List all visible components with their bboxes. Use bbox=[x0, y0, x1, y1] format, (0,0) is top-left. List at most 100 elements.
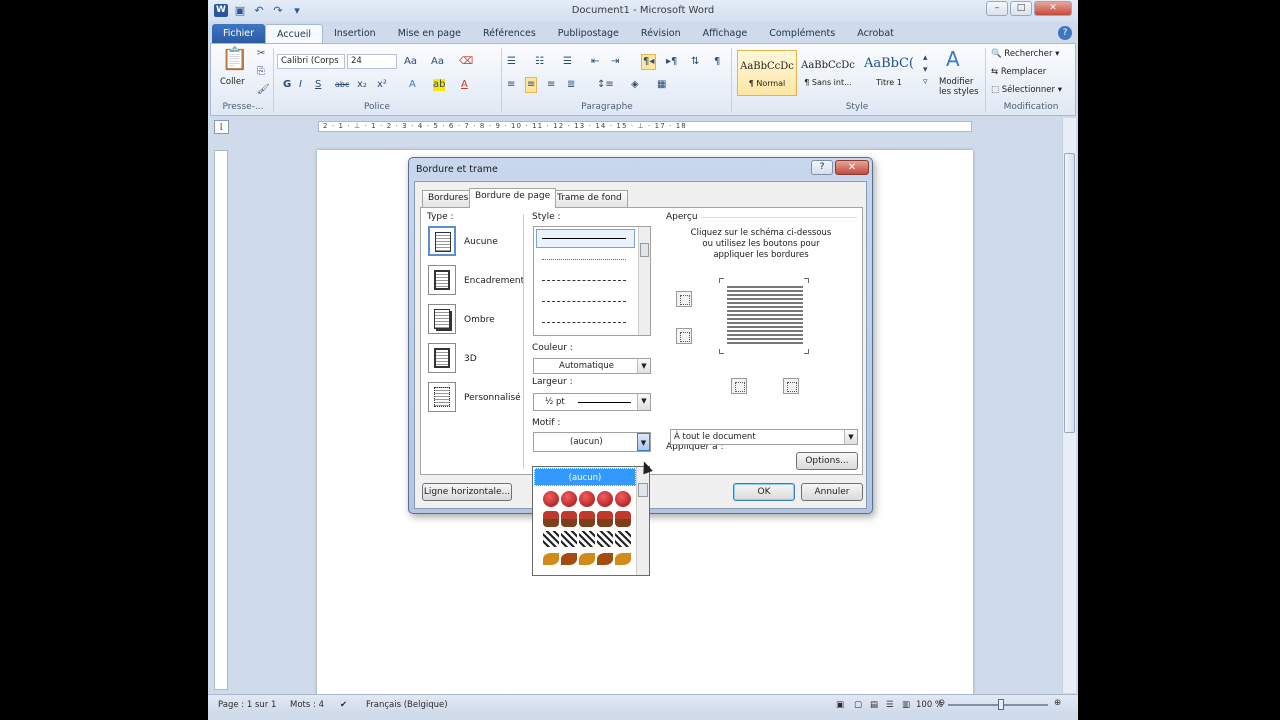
grow-font-icon[interactable]: Aa bbox=[404, 56, 417, 68]
multilevel-list-icon[interactable]: ☰ bbox=[563, 56, 572, 68]
chevron-down-icon[interactable]: ▼ bbox=[844, 430, 857, 444]
art-list-scroll-thumb[interactable] bbox=[638, 483, 648, 497]
setting-box-button[interactable] bbox=[428, 265, 456, 295]
bottom-border-button[interactable] bbox=[676, 328, 692, 344]
horizontal-line-button[interactable]: Ligne horizontale... bbox=[422, 483, 512, 501]
setting-3d-button[interactable] bbox=[428, 343, 456, 373]
view-outline-icon[interactable]: ☰ bbox=[886, 700, 894, 710]
scrollbar-thumb[interactable] bbox=[1064, 153, 1075, 433]
styles-scroll-icon[interactable]: ▴ ▾ ▿ bbox=[923, 52, 928, 88]
tab-references[interactable]: Références bbox=[472, 24, 547, 44]
setting-custom-label[interactable]: Personnalisé bbox=[464, 393, 521, 403]
right-border-button[interactable] bbox=[783, 378, 799, 394]
line-style-scrollbar[interactable] bbox=[638, 227, 650, 335]
apply-to-select[interactable]: À tout le document ▼ bbox=[670, 429, 858, 445]
underline-icon[interactable]: S bbox=[315, 79, 321, 91]
word-count[interactable]: Mots : 4 bbox=[290, 700, 324, 710]
highlight-icon[interactable]: ab bbox=[433, 79, 446, 91]
tab-selector[interactable]: ⌊ bbox=[214, 120, 229, 134]
chevron-down-icon[interactable]: ▼ bbox=[637, 359, 650, 373]
numbering-icon[interactable]: ☷ bbox=[535, 56, 544, 68]
clear-format-icon[interactable]: ⌫ bbox=[459, 56, 473, 68]
setting-shadow-label[interactable]: Ombre bbox=[464, 315, 495, 325]
art-dropdown-list[interactable]: (aucun) bbox=[532, 466, 650, 576]
vertical-scrollbar[interactable] bbox=[1062, 118, 1076, 693]
tab-complements[interactable]: Compléments bbox=[758, 24, 846, 44]
tab-bordures[interactable]: Bordures bbox=[422, 190, 475, 207]
copy-icon[interactable]: ⎘ bbox=[257, 66, 265, 78]
chevron-down-icon[interactable]: ▼ bbox=[637, 433, 650, 451]
cancel-button[interactable]: Annuler bbox=[801, 483, 863, 501]
line-spacing-icon[interactable]: ↕≡ bbox=[597, 79, 614, 91]
vertical-ruler[interactable] bbox=[214, 150, 228, 690]
art-option-candy-canes[interactable] bbox=[543, 531, 631, 547]
style-normal[interactable]: AaBbCcDc ¶ Normal bbox=[737, 50, 797, 96]
minimize-button[interactable]: – bbox=[986, 1, 1008, 16]
tab-publipostage[interactable]: Publipostage bbox=[547, 24, 630, 44]
zoom-out-icon[interactable]: ⊖ bbox=[938, 698, 945, 708]
subscript-icon[interactable]: x₂ bbox=[357, 79, 367, 91]
tab-accueil[interactable]: Accueil bbox=[265, 24, 323, 44]
tab-trame-de-fond[interactable]: Trame de fond bbox=[551, 190, 628, 207]
art-option-cakes[interactable] bbox=[543, 511, 631, 527]
close-button[interactable]: ✕ bbox=[1034, 1, 1072, 16]
setting-none-label[interactable]: Aucune bbox=[464, 237, 498, 247]
art-option-apples[interactable] bbox=[543, 491, 631, 507]
align-right-icon[interactable]: ≡ bbox=[547, 79, 555, 91]
modify-styles-label-2[interactable]: les styles bbox=[939, 87, 979, 97]
view-draft-icon[interactable]: ▥ bbox=[902, 700, 910, 710]
view-web-layout-icon[interactable]: ▤ bbox=[870, 700, 878, 710]
art-list-scrollbar[interactable] bbox=[636, 467, 649, 575]
setting-3d-label[interactable]: 3D bbox=[464, 354, 477, 364]
align-left-icon[interactable]: ≡ bbox=[507, 79, 515, 91]
borders-icon[interactable]: ▦ bbox=[657, 79, 666, 91]
italic-icon[interactable]: I bbox=[299, 79, 302, 91]
art-select[interactable]: (aucun) ▼ bbox=[533, 432, 651, 452]
change-styles-icon[interactable]: A bbox=[946, 48, 960, 70]
font-name-combo[interactable]: Calibri (Corps bbox=[277, 54, 345, 69]
rtl-icon[interactable]: ▸¶ bbox=[666, 56, 677, 68]
setting-none-button[interactable] bbox=[428, 226, 456, 256]
line-style-dashed[interactable] bbox=[542, 301, 626, 302]
dialog-close-button[interactable]: ✕ bbox=[835, 160, 869, 175]
preview-diagram[interactable] bbox=[719, 278, 809, 354]
sort-icon[interactable]: ⇅ bbox=[691, 56, 699, 68]
proofing-icon[interactable]: ✔ bbox=[340, 700, 347, 710]
tab-mise-en-page[interactable]: Mise en page bbox=[387, 24, 472, 44]
setting-shadow-button[interactable] bbox=[428, 304, 456, 334]
bullets-icon[interactable]: ☰ bbox=[507, 56, 516, 68]
cut-icon[interactable]: ✂ bbox=[257, 48, 265, 60]
style-no-spacing[interactable]: AaBbCcDc ¶ Sans int... bbox=[798, 50, 858, 96]
show-marks-icon[interactable]: ¶ bbox=[714, 56, 720, 68]
tab-insertion[interactable]: Insertion bbox=[323, 24, 387, 44]
tab-revision[interactable]: Révision bbox=[630, 24, 692, 44]
line-style-dash-dot[interactable] bbox=[542, 322, 626, 323]
style-heading-1[interactable]: AaBbC( Titre 1 bbox=[859, 50, 919, 96]
left-border-button[interactable] bbox=[731, 378, 747, 394]
top-border-button[interactable] bbox=[676, 291, 692, 307]
color-select[interactable]: Automatique ▼ bbox=[533, 358, 651, 374]
justify-icon[interactable]: ≣ bbox=[567, 79, 575, 91]
horizontal-ruler[interactable]: 2 · 1 · ⊥ · 1 · 2 · 3 · 4 · 5 · 6 · 7 · … bbox=[318, 121, 972, 132]
maximize-button[interactable]: □ bbox=[1010, 1, 1032, 16]
art-option-none[interactable]: (aucun) bbox=[534, 468, 636, 486]
setting-custom-button[interactable] bbox=[428, 382, 456, 412]
line-style-solid[interactable] bbox=[542, 238, 626, 239]
change-case-icon[interactable]: Aa bbox=[431, 56, 444, 68]
font-size-combo[interactable]: 24 bbox=[347, 54, 397, 69]
shading-icon[interactable]: ◈ bbox=[631, 79, 639, 91]
increase-indent-icon[interactable]: ⇥ bbox=[611, 56, 619, 68]
bold-icon[interactable]: G bbox=[283, 79, 291, 91]
paste-icon[interactable]: 📋 bbox=[221, 48, 248, 72]
view-full-screen-icon[interactable]: ▢ bbox=[854, 700, 862, 710]
select-button[interactable]: ⬚ Sélectionner ▾ bbox=[991, 85, 1062, 95]
modify-styles-label-1[interactable]: Modifier bbox=[939, 77, 973, 87]
format-painter-icon[interactable]: 🖌 bbox=[257, 84, 270, 96]
dialog-help-button[interactable]: ? bbox=[811, 160, 833, 175]
tab-fichier[interactable]: Fichier bbox=[212, 24, 266, 44]
line-style-list[interactable] bbox=[533, 226, 651, 336]
superscript-icon[interactable]: x² bbox=[377, 79, 387, 91]
width-select[interactable]: ½ pt ▼ bbox=[533, 393, 651, 411]
zoom-in-icon[interactable]: ⊕ bbox=[1054, 698, 1061, 708]
decrease-indent-icon[interactable]: ⇤ bbox=[591, 56, 599, 68]
